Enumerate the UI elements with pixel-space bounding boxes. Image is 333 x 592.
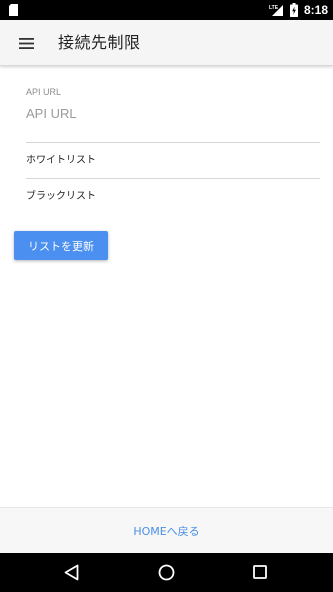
navigation-bar xyxy=(0,553,333,592)
page-title: 接続先制限 xyxy=(58,33,141,52)
network-type-label: LTE xyxy=(269,5,279,11)
status-bar: LTE 8:18 xyxy=(0,0,333,20)
footer-bar: HOMEへ戻る xyxy=(0,507,333,553)
clock: 8:18 xyxy=(304,3,329,17)
api-url-input[interactable] xyxy=(26,102,306,124)
refresh-list-button[interactable]: リストを更新 xyxy=(14,231,108,260)
back-icon[interactable] xyxy=(64,564,80,581)
sim-card-icon xyxy=(9,4,18,16)
api-url-label: API URL xyxy=(26,87,62,97)
app-bar: 接続先制限 xyxy=(0,20,333,66)
recents-icon[interactable] xyxy=(253,565,267,579)
hamburger-menu-icon xyxy=(18,37,34,49)
home-icon[interactable] xyxy=(158,564,175,581)
whitelist-item[interactable]: ホワイトリスト xyxy=(26,143,320,179)
signal-icon: LTE xyxy=(269,5,283,16)
battery-charging-icon xyxy=(290,3,298,17)
menu-button[interactable] xyxy=(12,29,40,57)
blacklist-item[interactable]: ブラックリスト xyxy=(26,179,320,215)
home-link[interactable]: HOMEへ戻る xyxy=(133,523,199,539)
